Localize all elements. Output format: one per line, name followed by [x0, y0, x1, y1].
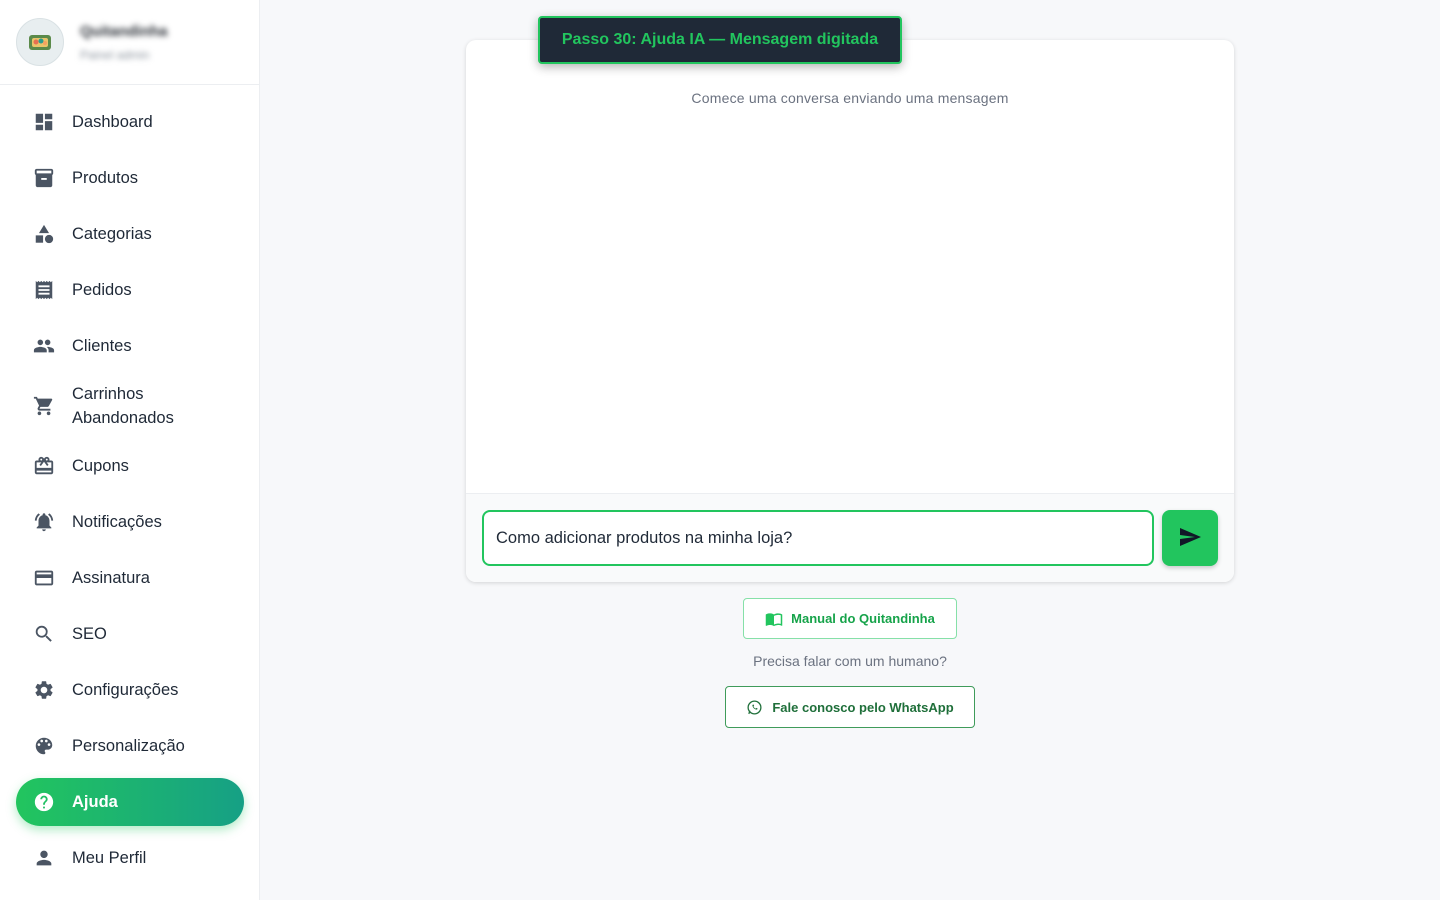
sidebar-item-categorias[interactable]: Categorias	[16, 210, 244, 258]
book-icon	[765, 612, 783, 626]
sidebar-item-carrinhos-abandonados[interactable]: Carrinhos Abandonados	[16, 378, 244, 434]
category-icon	[32, 222, 56, 246]
store-logo-icon	[29, 35, 51, 50]
sidebar-item-label: Meu Perfil	[72, 848, 147, 867]
manual-button[interactable]: Manual do Quitandinha	[743, 598, 957, 639]
gear-icon	[32, 678, 56, 702]
whatsapp-button[interactable]: Fale conosco pelo WhatsApp	[725, 686, 975, 728]
step-badge: Passo 30: Ajuda IA — Mensagem digitada	[538, 16, 902, 64]
sidebar-item-notificacoes[interactable]: Notificações	[16, 498, 244, 546]
manual-button-label: Manual do Quitandinha	[791, 611, 935, 626]
archive-icon	[32, 166, 56, 190]
chat-composer	[466, 493, 1234, 582]
sidebar-item-clientes[interactable]: Clientes	[16, 322, 244, 370]
ai-chat-panel: Comece uma conversa enviando uma mensage…	[466, 40, 1234, 582]
sidebar-item-ajuda[interactable]: Ajuda	[16, 778, 244, 826]
coupon-icon	[32, 454, 56, 478]
sidebar-item-label: Clientes	[72, 336, 132, 355]
whatsapp-icon	[747, 699, 762, 715]
sidebar-nav: Dashboard Produtos Categorias Pedidos Cl…	[16, 98, 244, 890]
sidebar-item-cupons[interactable]: Cupons	[16, 442, 244, 490]
whatsapp-button-label: Fale conosco pelo WhatsApp	[772, 699, 954, 715]
sidebar-item-dashboard[interactable]: Dashboard	[16, 98, 244, 146]
sidebar: Quitandinha Painel admin Dashboard Produ…	[0, 0, 260, 900]
search-icon	[32, 622, 56, 646]
store-logo[interactable]	[16, 18, 64, 66]
sidebar-item-label: Cupons	[72, 456, 129, 475]
sidebar-item-label: Pedidos	[72, 280, 132, 299]
human-help-text: Precisa falar com um humano?	[753, 653, 947, 669]
bell-icon	[32, 510, 56, 534]
sidebar-item-label: Produtos	[72, 168, 139, 187]
sidebar-item-pedidos[interactable]: Pedidos	[16, 266, 244, 314]
dashboard-icon	[32, 110, 56, 134]
person-icon	[32, 846, 56, 870]
store-header: Quitandinha Painel admin	[0, 0, 259, 85]
chat-message-input[interactable]	[482, 510, 1154, 566]
sidebar-item-label: Notificações	[72, 512, 162, 531]
sidebar-item-seo[interactable]: SEO	[16, 610, 244, 658]
sidebar-item-label-line1: Carrinhos	[72, 385, 144, 403]
sidebar-item-label: Assinatura	[72, 568, 150, 587]
store-name: Quitandinha	[80, 23, 168, 40]
sidebar-item-label: Dashboard	[72, 112, 153, 131]
sidebar-item-label: Personalização	[72, 736, 185, 755]
sidebar-item-label-line2: Abandonados	[72, 409, 174, 427]
sidebar-item-produtos[interactable]: Produtos	[16, 154, 244, 202]
palette-icon	[32, 734, 56, 758]
sidebar-item-label: Carrinhos Abandonados	[72, 382, 174, 430]
sidebar-item-meu-perfil[interactable]: Meu Perfil	[16, 834, 244, 882]
send-message-button[interactable]	[1162, 510, 1218, 566]
help-icon	[32, 790, 56, 814]
chat-empty-message: Comece uma conversa enviando uma mensage…	[691, 90, 1009, 106]
sidebar-item-configuracoes[interactable]: Configurações	[16, 666, 244, 714]
sidebar-item-label: Categorias	[72, 224, 152, 243]
sidebar-item-label: Configurações	[72, 680, 179, 699]
store-subtitle: Painel admin	[80, 48, 150, 62]
send-icon	[1178, 525, 1202, 552]
people-icon	[32, 334, 56, 358]
sidebar-item-label: SEO	[72, 624, 107, 643]
cart-icon	[32, 394, 56, 418]
sidebar-item-label: Ajuda	[72, 792, 118, 811]
credit-card-icon	[32, 566, 56, 590]
sidebar-item-assinatura[interactable]: Assinatura	[16, 554, 244, 602]
sidebar-item-personalizacao[interactable]: Personalização	[16, 722, 244, 770]
receipt-icon	[32, 278, 56, 302]
